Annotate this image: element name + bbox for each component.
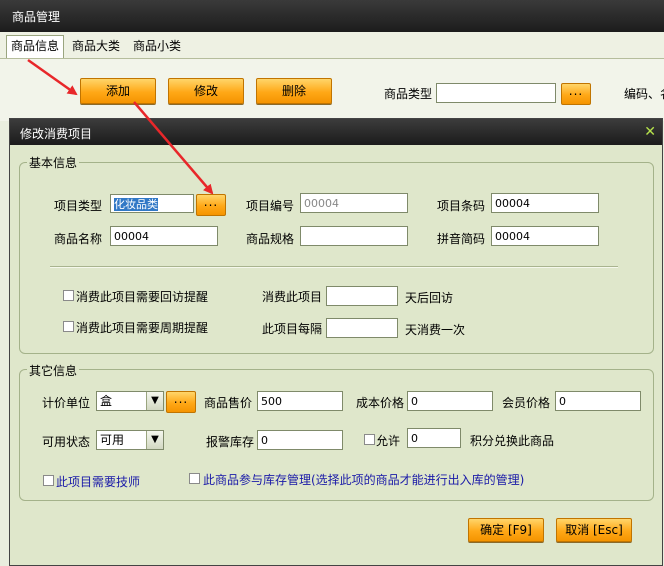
annotation-arrows xyxy=(27,58,214,195)
arrow-to-add-button xyxy=(27,58,78,96)
arrow-to-item-type-browse xyxy=(133,101,214,195)
